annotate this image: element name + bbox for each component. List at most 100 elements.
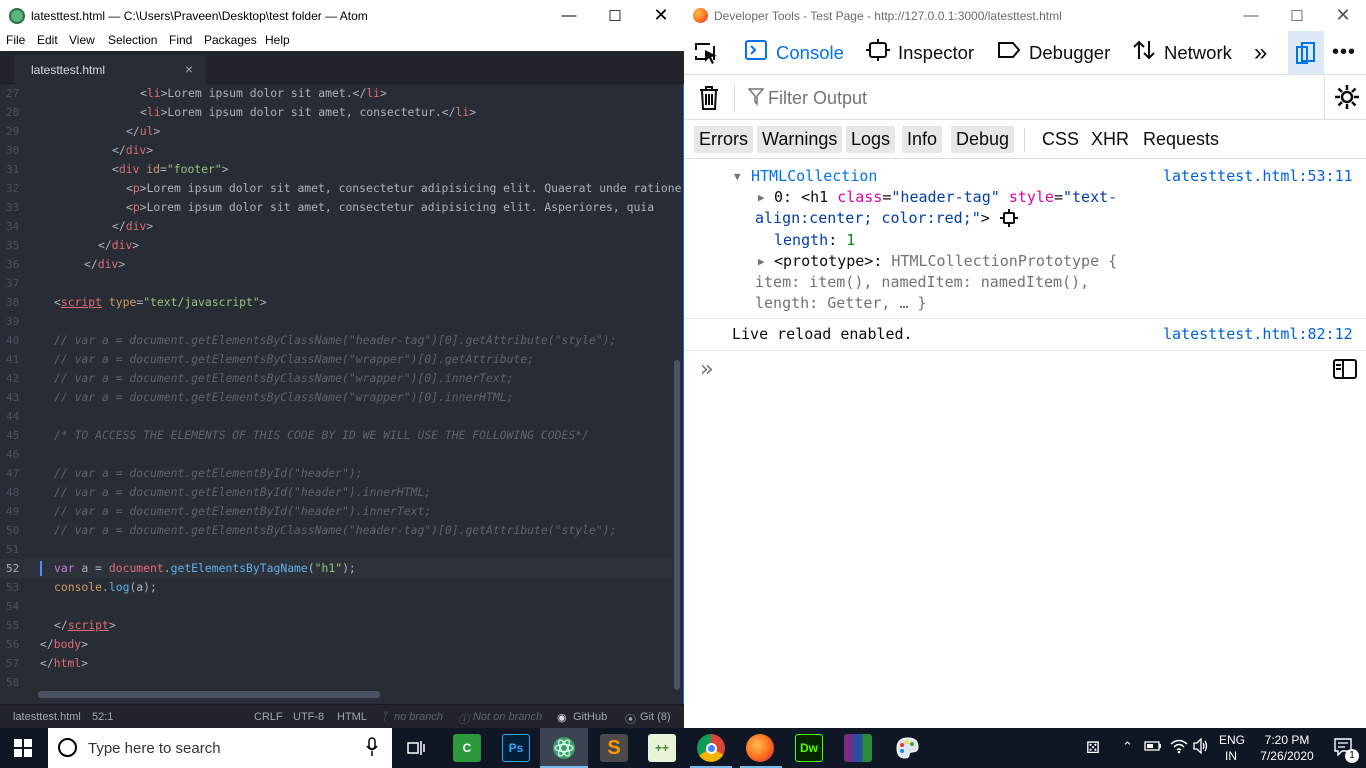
menu-file[interactable]: File (6, 33, 25, 47)
tab-console[interactable]: Console (744, 31, 844, 74)
firefox-icon[interactable] (746, 734, 774, 762)
filter-warnings-button[interactable]: Warnings (757, 126, 843, 153)
tab-inspector[interactable]: Inspector (866, 31, 974, 74)
expand-triangle-icon[interactable]: ▼ (734, 170, 741, 183)
collapse-triangle-icon[interactable]: ▶ (758, 191, 765, 204)
clock-time: 7:20 PM (1264, 733, 1310, 747)
maximize-icon[interactable]: ☐ (1274, 0, 1320, 31)
settings-gear-icon[interactable] (1334, 84, 1360, 115)
code-line: 50// var a = document.getElementsByClass… (0, 521, 672, 540)
status-grammar[interactable]: HTML (337, 711, 367, 723)
status-github[interactable]: GitHub (573, 711, 607, 723)
paint-icon[interactable] (893, 734, 921, 762)
atom-window-title: latesttest.html — C:\Users\Praveen\Deskt… (31, 9, 368, 23)
filter-requests-button[interactable]: Requests (1143, 126, 1219, 153)
element-picker-icon[interactable] (694, 31, 720, 74)
line-number: 55 (6, 619, 20, 632)
status-line-ending[interactable]: CRLF (254, 711, 283, 723)
code-line: 36 </div> (0, 255, 672, 274)
filter-info-button[interactable]: Info (902, 126, 943, 153)
split-console-icon[interactable] (1333, 359, 1357, 383)
status-not-on-branch[interactable]: Not on branch (473, 711, 542, 723)
wifi-icon[interactable] (1170, 738, 1188, 757)
tab-debugger[interactable]: Debugger (997, 31, 1110, 74)
photoshop-icon[interactable]: Ps (502, 734, 530, 762)
volume-icon[interactable] (1192, 737, 1210, 757)
close-icon[interactable]: ✕ (638, 0, 684, 31)
status-git[interactable]: Git (8) (640, 711, 671, 723)
devtools-window: Developer Tools - Test Page - http://127… (684, 0, 1366, 728)
editor-horizontal-scrollbar[interactable] (38, 691, 380, 698)
menu-help[interactable]: Help (265, 33, 290, 47)
chrome-icon[interactable] (697, 734, 725, 762)
debugger-icon (997, 39, 1021, 66)
status-cursor-position[interactable]: 52:1 (92, 711, 113, 723)
code-editor[interactable]: 27 <li>Lorem ipsum dolor sit amet.</li> 2… (0, 84, 684, 704)
maximize-icon[interactable]: ☐ (592, 0, 638, 31)
line-number: 36 (6, 258, 20, 271)
sublime-text-icon[interactable]: S (600, 734, 628, 762)
log-object-title[interactable]: HTMLCollection (751, 167, 877, 185)
clock[interactable]: 7:20 PM 7/26/2020 (1256, 733, 1318, 763)
menu-find[interactable]: Find (169, 33, 192, 47)
log-prototype: <prototype>: HTMLCollectionPrototype { (774, 252, 1118, 270)
filter-debug-button[interactable]: Debug (951, 126, 1015, 153)
show-hidden-icons-icon[interactable]: ⌃ (1122, 739, 1133, 755)
input-language-indicator[interactable]: ENG IN (1219, 733, 1245, 763)
more-tools-icon[interactable]: » (1254, 31, 1267, 74)
line-number: 31 (6, 163, 20, 176)
filter-output-input[interactable] (768, 85, 1308, 111)
code-line: 40// var a = document.getElementsByClass… (0, 331, 672, 350)
tab-debugger-label: Debugger (1029, 41, 1111, 63)
winrar-icon[interactable] (844, 734, 872, 762)
log-source-link[interactable]: latesttest.html:53:11 (1163, 167, 1353, 185)
code-line: 37 (0, 274, 672, 293)
menu-packages[interactable]: Packages (204, 33, 257, 47)
devtools-title-bar: Developer Tools - Test Page - http://127… (684, 0, 1366, 31)
tab-inspector-label: Inspector (898, 41, 975, 63)
console-icon (744, 39, 768, 66)
task-view-icon[interactable] (406, 739, 426, 762)
menu-view[interactable]: View (69, 33, 95, 47)
filter-css-button[interactable]: CSS (1042, 126, 1079, 153)
trash-icon[interactable] (698, 85, 720, 116)
dreamweaver-icon[interactable]: Dw (795, 734, 823, 762)
microphone-icon[interactable] (366, 737, 378, 761)
tab-network[interactable]: Network (1132, 31, 1232, 74)
menu-selection[interactable]: Selection (108, 33, 157, 47)
atom-app-icon[interactable] (550, 734, 578, 762)
menu-edit[interactable]: Edit (37, 33, 58, 47)
log-source-link[interactable]: latesttest.html:82:12 (1163, 325, 1353, 343)
more-options-icon[interactable]: ••• (1332, 31, 1356, 74)
inspect-node-icon[interactable] (1000, 209, 1018, 231)
tab-close-icon[interactable]: × (185, 61, 193, 77)
status-file-name[interactable]: latesttest.html (13, 711, 81, 723)
notepad-plus-plus-icon[interactable]: ++ (648, 734, 676, 762)
line-number: 50 (6, 524, 20, 537)
filter-errors-button[interactable]: Errors (694, 126, 753, 153)
camtasia-icon[interactable]: C (453, 734, 481, 762)
people-icon[interactable]: ⚄ (1086, 738, 1100, 758)
code-line: 30 </div> (0, 141, 672, 160)
editor-vertical-scrollbar[interactable] (674, 360, 680, 690)
editor-tab[interactable]: latesttest.html × (14, 55, 206, 84)
code-line: 29 </ul> (0, 122, 672, 141)
filter-logs-button[interactable]: Logs (846, 126, 896, 153)
close-icon[interactable]: ✕ (1320, 0, 1366, 31)
filter-xhr-button[interactable]: XHR (1091, 126, 1129, 153)
minimize-icon[interactable]: — (546, 0, 592, 31)
console-input[interactable] (730, 356, 1310, 382)
log-separator (684, 318, 1366, 319)
collapse-triangle-icon[interactable]: ▶ (758, 255, 765, 268)
atom-logo-icon (9, 8, 25, 24)
status-encoding[interactable]: UTF-8 (293, 711, 324, 723)
code-line: 48// var a = document.getElementById("he… (0, 483, 672, 502)
windows-start-icon[interactable] (14, 739, 32, 762)
line-number: 48 (6, 486, 20, 499)
taskbar-search-box[interactable]: Type here to search (48, 728, 392, 768)
status-branch[interactable]: no branch (394, 711, 443, 723)
battery-icon[interactable] (1144, 739, 1162, 756)
minimize-icon[interactable]: — (1228, 0, 1274, 31)
log-prototype-cont: item: item(), namedItem: namedItem(), (755, 273, 1090, 291)
responsive-design-icon[interactable] (1288, 31, 1324, 74)
